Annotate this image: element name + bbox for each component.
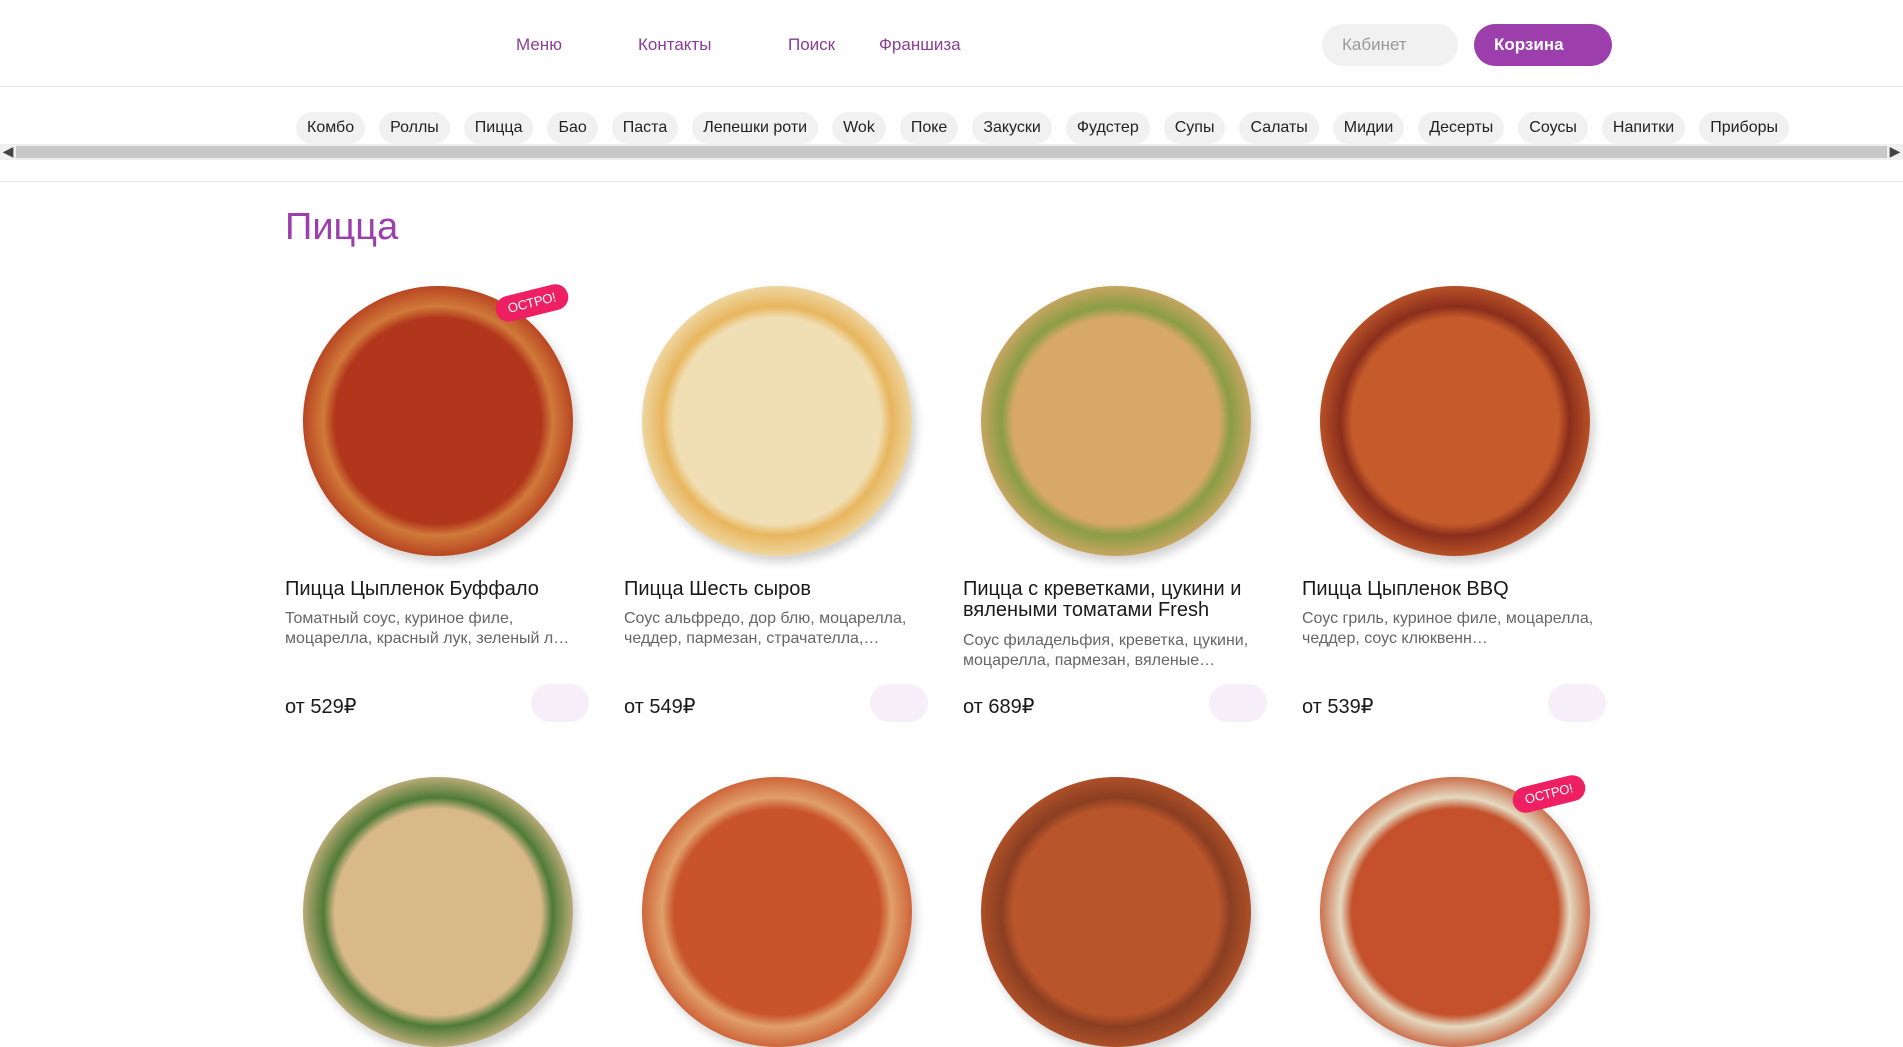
category-chip[interactable]: Салаты [1239, 112, 1319, 144]
pizza-image[interactable] [303, 286, 573, 556]
category-chip[interactable]: Фудстер [1065, 112, 1150, 144]
category-scrollbar[interactable]: ◀ ▶ [0, 144, 1903, 160]
section-title: Пицца [285, 206, 399, 248]
pizza-image[interactable] [642, 777, 912, 1047]
cart-button[interactable]: Корзина [1474, 24, 1612, 66]
spicy-badge: ОСТРО! [1509, 772, 1589, 816]
add-to-cart-button[interactable] [870, 684, 928, 722]
site-header: Меню Контакты Поиск Франшиза Кабинет Кор… [0, 0, 1903, 87]
add-to-cart-button[interactable] [1209, 684, 1267, 722]
category-chip[interactable]: Пицца [463, 112, 534, 144]
category-chip[interactable]: Комбо [296, 112, 366, 144]
arrow-left-icon[interactable]: ◀ [0, 144, 16, 160]
pizza-image[interactable] [981, 286, 1251, 556]
pizza-image[interactable] [1320, 777, 1590, 1047]
category-chip[interactable]: Роллы [379, 112, 450, 144]
arrow-right-icon[interactable]: ▶ [1887, 144, 1903, 160]
category-chip[interactable]: Wok [832, 112, 886, 144]
category-chip[interactable]: Супы [1163, 112, 1226, 144]
add-to-cart-button[interactable] [531, 684, 589, 722]
nav-search[interactable]: Поиск [788, 35, 835, 55]
product-title[interactable]: Пицца Цыпленок BBQ [1302, 579, 1607, 600]
category-list: Комбо Роллы Пицца Бао Паста Лепешки роти Wok По… [296, 112, 1803, 144]
category-chip[interactable]: Паста [611, 112, 679, 144]
category-chip[interactable]: Соусы [1518, 112, 1588, 144]
product-description: Томатный соус, куриное филе, моцарелла, … [285, 610, 570, 647]
add-to-cart-button[interactable] [1548, 684, 1606, 722]
nav-menu[interactable]: Меню [516, 35, 562, 55]
category-chip[interactable]: Приборы [1699, 112, 1790, 144]
category-bar: Комбо Роллы Пицца Бао Паста Лепешки роти Wok По… [0, 87, 1903, 182]
product-price: от 539₽ [1302, 696, 1374, 718]
nav-franchise[interactable]: Франшиза [879, 35, 961, 55]
pizza-image[interactable] [303, 777, 573, 1047]
product-price: от 549₽ [624, 696, 696, 718]
category-chip[interactable]: Бао [547, 112, 598, 144]
product-price: от 689₽ [963, 696, 1035, 718]
product-price: от 529₽ [285, 696, 357, 718]
category-chip[interactable]: Десерты [1418, 112, 1505, 144]
category-chip[interactable]: Закуски [972, 112, 1052, 144]
category-chip[interactable]: Лепешки роти [692, 112, 819, 144]
pizza-image[interactable] [981, 777, 1251, 1047]
nav-contacts[interactable]: Контакты [638, 35, 711, 55]
product-title[interactable]: Пицца с креветками, цукини и вялеными то… [963, 579, 1268, 621]
product-title[interactable]: Пицца Шесть сыров [624, 579, 929, 600]
product-description: Соус альфредо, дор блю, моцарелла, чедде… [624, 610, 907, 647]
category-chip[interactable]: Поке [899, 112, 959, 144]
pizza-image[interactable] [642, 286, 912, 556]
product-description: Соус филадельфия, креветка, цукини, моца… [963, 632, 1249, 669]
pizza-image[interactable] [1320, 286, 1590, 556]
category-chip[interactable]: Напитки [1601, 112, 1686, 144]
product-title[interactable]: Пицца Цыпленок Буффало [285, 579, 590, 600]
scrollbar-thumb[interactable] [16, 146, 1887, 158]
category-chip[interactable]: Мидии [1332, 112, 1405, 144]
product-description: Соус гриль, куриное филе, моцарелла, чед… [1302, 610, 1594, 647]
spicy-badge: ОСТРО! [492, 281, 572, 325]
cabinet-button[interactable]: Кабинет [1322, 24, 1458, 66]
